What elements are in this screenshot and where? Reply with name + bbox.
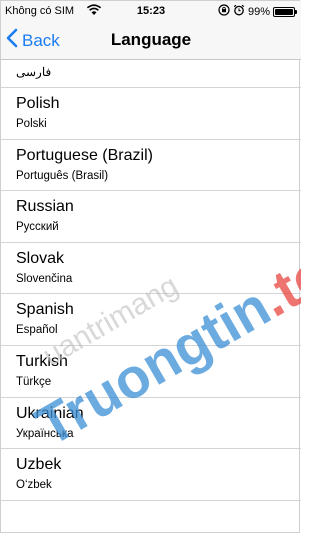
language-native-name: O‘zbek: [16, 479, 52, 492]
language-native-name: Русский: [16, 221, 59, 234]
battery-icon: [273, 6, 297, 17]
list-item[interactable]: Slovak Slovenčina: [1, 243, 301, 295]
language-native-name: Українська: [16, 427, 74, 440]
list-item-partial[interactable]: فارسی: [1, 60, 301, 88]
page-title: Language: [110, 30, 192, 49]
language-name: Portuguese (Brazil): [16, 146, 153, 164]
orientation-lock-icon: [218, 4, 230, 19]
language-name: Spanish: [16, 301, 74, 319]
list-item[interactable]: Uzbek O‘zbek: [1, 449, 301, 501]
list-item-native-partial: فارسی: [16, 65, 52, 79]
status-bar: Không có SIM 15:23 99%: [1, 1, 301, 21]
language-native-name: Slovenčina: [16, 272, 73, 285]
language-native-name: Português (Brasil): [16, 169, 109, 182]
navigation-bar: Back Language: [1, 21, 301, 60]
language-native-name: Polski: [16, 118, 47, 130]
alarm-icon: [233, 4, 245, 19]
language-name: Turkish: [16, 352, 68, 370]
language-name: Russian: [16, 198, 74, 216]
list-item[interactable]: Ukrainian Українська: [1, 398, 301, 450]
language-name: Uzbek: [16, 456, 62, 474]
list-item[interactable]: Turkish Türkçe: [1, 346, 301, 398]
list-item[interactable]: Russian Русский: [1, 191, 301, 243]
language-native-name: Español: [16, 324, 58, 337]
language-name: Ukrainian: [16, 404, 84, 422]
language-name: Polish: [16, 95, 60, 112]
language-name: Slovak: [16, 249, 65, 267]
list-item[interactable]: Polish Polski: [1, 88, 301, 140]
language-list: فارسی Polish Polski Portuguese (Brazil) Por…: [1, 60, 301, 501]
language-native-name: Türkçe: [16, 375, 52, 388]
list-item[interactable]: Spanish Español: [1, 294, 301, 346]
list-item[interactable]: Portuguese (Brazil) Português (Brasil): [1, 140, 301, 192]
battery-percent: 99%: [247, 5, 270, 18]
